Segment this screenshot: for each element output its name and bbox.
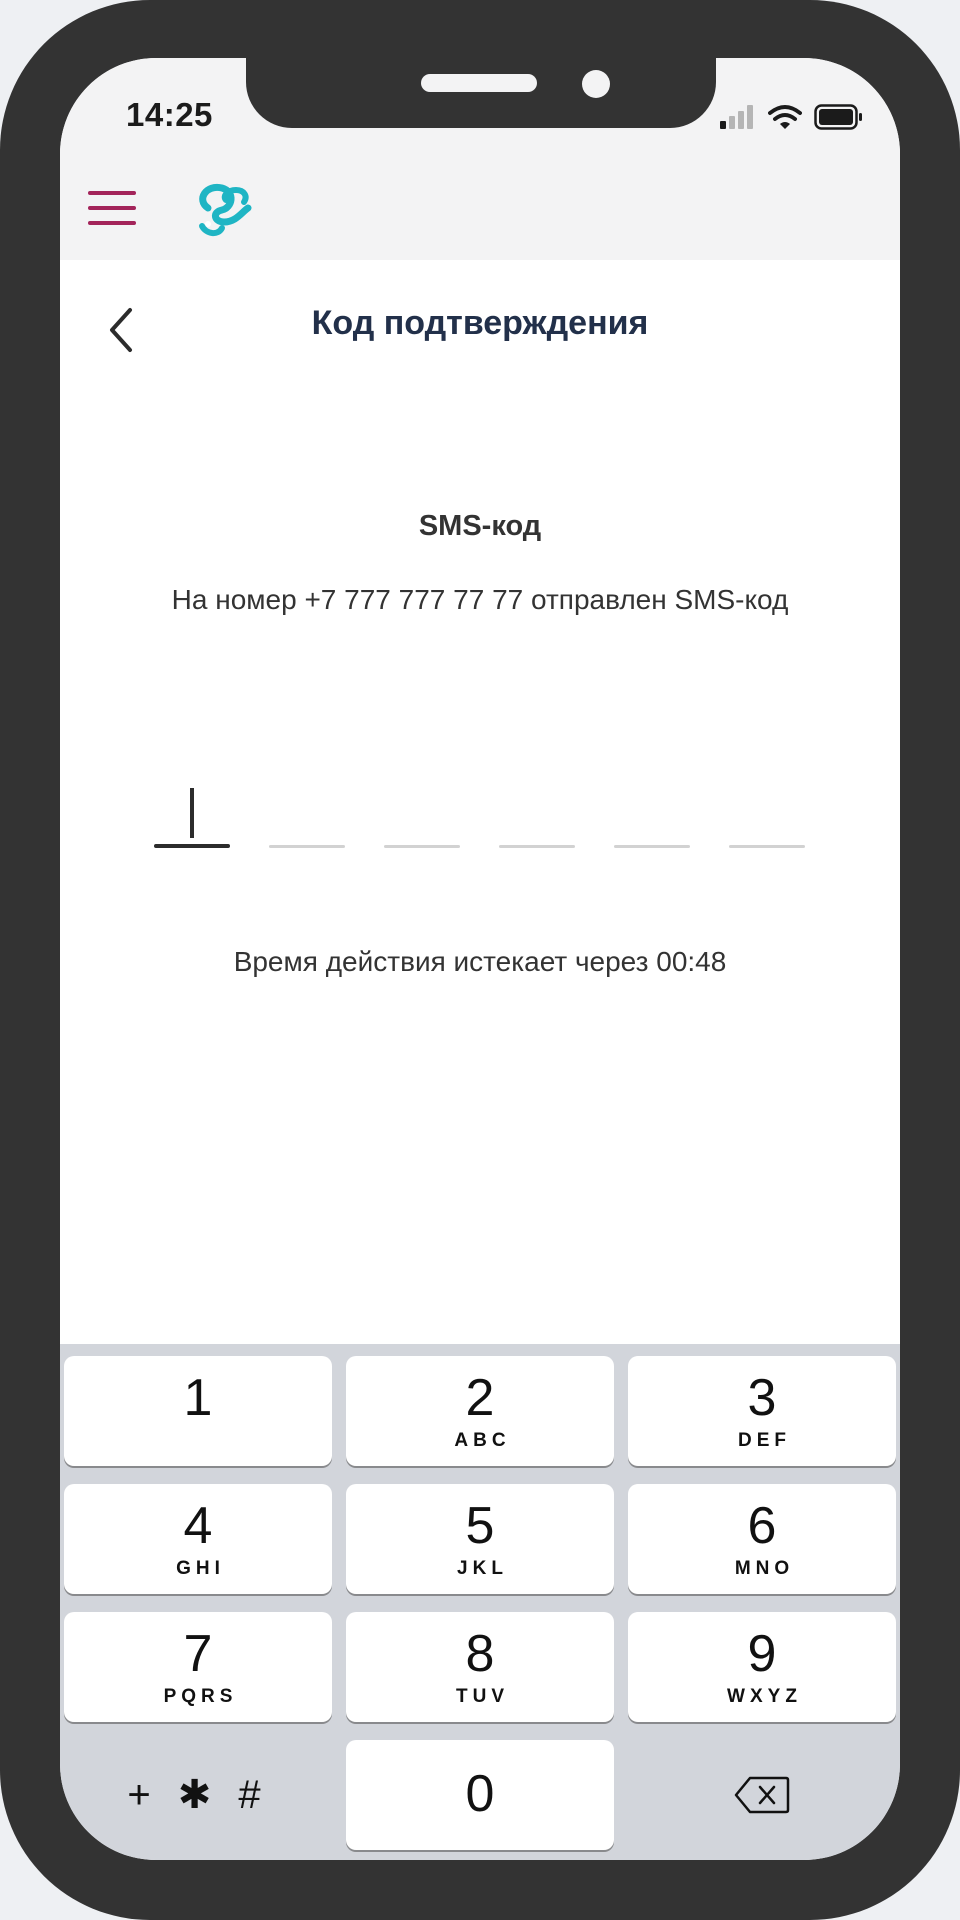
sms-code-title: SMS-код (418, 510, 542, 542)
key-1[interactable]: 1 (64, 1356, 332, 1466)
status-bar: 14:25 (60, 58, 900, 160)
code-digit-6[interactable] (729, 788, 805, 848)
key-4[interactable]: 4 GHI (64, 1484, 332, 1594)
phone-frame: 14:25 Код подтверждения SMS-код На номер… (0, 0, 960, 1920)
status-time: 14:25 (126, 96, 213, 133)
page-title: Код подтверждения (311, 304, 649, 342)
key-8[interactable]: 8 TUV (346, 1612, 614, 1722)
key-9[interactable]: 9 WXYZ (628, 1612, 896, 1722)
sms-code-subtitle: На номер +7 777 777 77 77 отправлен SMS-… (171, 584, 789, 615)
notch (246, 58, 716, 128)
key-2[interactable]: 2 ABC (346, 1356, 614, 1466)
code-digit-1[interactable] (154, 788, 230, 848)
code-digit-3[interactable] (384, 788, 460, 848)
key-6[interactable]: 6 MNO (628, 1484, 896, 1594)
key-7[interactable]: 7 PQRS (64, 1612, 332, 1722)
speaker (421, 74, 537, 92)
delete-key[interactable] (628, 1740, 896, 1850)
backspace-icon (734, 1776, 790, 1814)
key-5[interactable]: 5 JKL (346, 1484, 614, 1594)
symbols-label: + ✱ # (127, 1773, 269, 1817)
screen: 14:25 Код подтверждения SMS-код На номер… (60, 58, 900, 1860)
wifi-icon (768, 105, 802, 129)
code-digit-2[interactable] (269, 788, 345, 848)
code-digit-5[interactable] (614, 788, 690, 848)
app-header (60, 160, 900, 260)
code-digit-4[interactable] (499, 788, 575, 848)
numeric-keyboard: 1 2 ABC 3 DEF 4 GHI 5 JKL 6 MNO 7 PQRS 8… (60, 1344, 900, 1860)
key-0[interactable]: 0 (346, 1740, 614, 1850)
key-3[interactable]: 3 DEF (628, 1356, 896, 1466)
key-symbols[interactable]: + ✱ # (64, 1740, 332, 1850)
battery-icon (814, 104, 862, 130)
text-caret (190, 788, 194, 838)
cellular-signal-icon (720, 105, 753, 129)
brand-logo-icon (199, 183, 252, 236)
hamburger-menu-icon[interactable] (88, 180, 144, 236)
status-icons (720, 102, 864, 132)
expiry-timer: Время действия истекает через 00:48 (233, 946, 727, 977)
camera (582, 70, 610, 98)
sms-code-input[interactable] (154, 788, 814, 848)
